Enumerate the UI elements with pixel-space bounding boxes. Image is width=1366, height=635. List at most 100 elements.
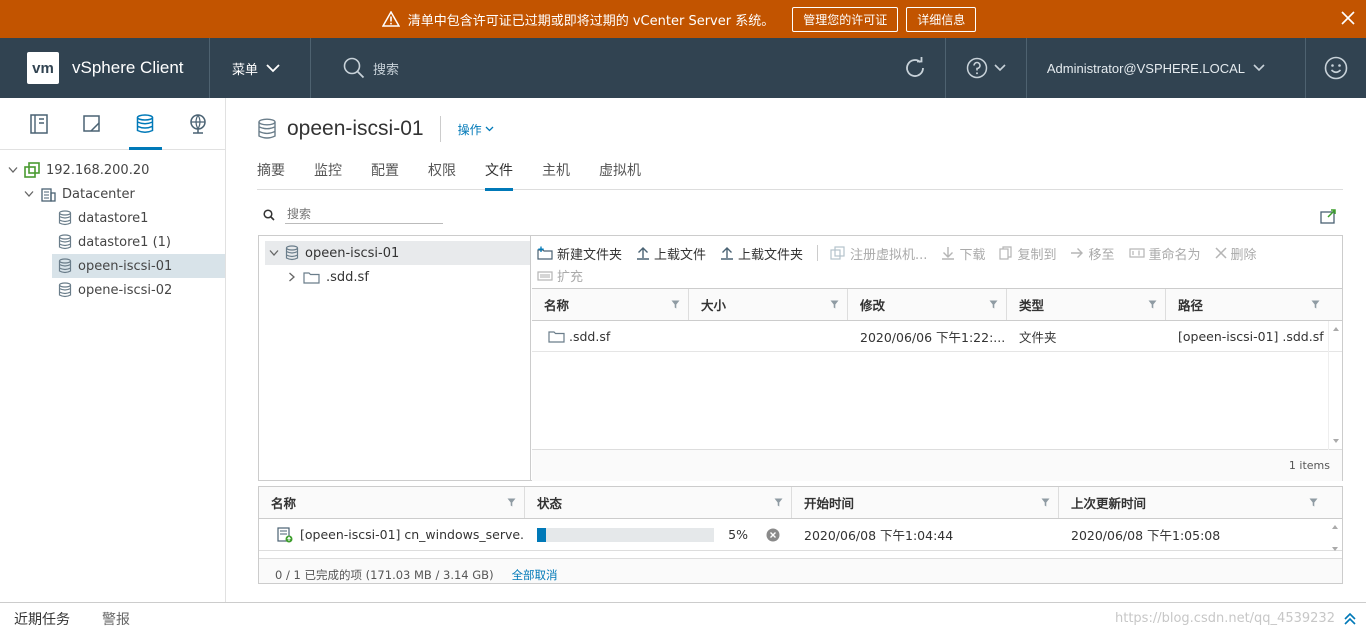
file-search-input[interactable] [285,205,443,224]
tree-label: opene-iscsi-02 [78,282,173,298]
inflate-label: 扩充 [557,269,584,285]
tree-node-vcenter[interactable]: 192.168.200.20 [0,158,225,182]
tab-configure[interactable]: 配置 [371,160,399,190]
tree-label: Datacenter [62,186,135,202]
cancel-task-icon[interactable] [766,528,780,542]
tree-node-datastore[interactable]: opene-iscsi-02 [0,278,225,302]
table-row[interactable]: .sdd.sf 2020/06/06 下午1:22:... 文件夹 [opeen… [532,321,1342,352]
license-banner: 清单中包含许可证已过期或即将过期的 vCenter Server 系统。 管理您… [0,0,1366,38]
delete-button[interactable]: 删除 [1214,244,1257,263]
tab-storage[interactable] [119,98,172,150]
tree-node-datacenter[interactable]: Datacenter [0,182,225,206]
column-header-modified[interactable]: 修改 [848,289,1007,320]
move-to-label: 移至 [1088,247,1115,263]
datastore-icon [257,118,277,140]
folder-label: .sdd.sf [326,269,369,285]
datacenter-icon [40,186,56,202]
copy-to-button[interactable]: 复制到 [999,244,1056,263]
vm-logo: vm [27,52,59,84]
menu-button[interactable]: 菜单 [210,38,312,98]
refresh-button[interactable] [885,38,945,98]
close-icon[interactable] [1340,10,1356,26]
filter-icon[interactable] [774,498,783,507]
tree-node-datastore[interactable]: datastore1 [0,206,225,230]
upload-folder-button[interactable]: 上载文件夹 [720,244,803,263]
task-row[interactable]: [opeen-iscsi-01] cn_windows_serve... 5% … [259,519,1342,551]
column-header-type[interactable]: 类型 [1007,289,1166,320]
tab-vms[interactable]: 虚拟机 [599,160,641,190]
user-menu[interactable]: Administrator@VSPHERE.LOCAL [1025,38,1305,98]
tree-label: datastore1 [78,210,149,226]
tab-vms-templates[interactable] [65,98,118,149]
column-header-size[interactable]: 大小 [689,289,848,320]
tree-node-datastore[interactable]: datastore1 (1) [0,230,225,254]
column-header-name[interactable]: 名称 [532,289,689,320]
recent-tasks-tab[interactable]: 近期任务 [14,609,70,629]
inflate-button[interactable]: 扩充 [537,266,583,285]
chevron-down-icon[interactable] [6,166,20,174]
folder-node-root[interactable]: opeen-iscsi-01 [265,241,530,265]
cancel-all-link[interactable]: 全部取消 [512,567,558,583]
navigator-sidebar: 192.168.200.20 Datacenter datastore1 dat… [0,98,226,602]
actions-menu[interactable]: 操作 [458,121,494,138]
global-search[interactable]: 搜索 [311,57,399,79]
chevron-right-icon[interactable] [285,272,299,282]
user-name: Administrator@VSPHERE.LOCAL [1046,60,1245,76]
chevron-down-icon[interactable] [267,249,281,257]
folder-node[interactable]: .sdd.sf [259,265,530,289]
export-icon[interactable] [1320,209,1337,224]
alarms-tab[interactable]: 警报 [102,609,130,629]
rename-button[interactable]: 重命名为 [1128,244,1201,263]
datastore-icon [58,282,72,298]
datastore-icon [285,245,299,261]
filter-icon[interactable] [1311,300,1320,309]
filter-icon[interactable] [1309,498,1318,507]
chevron-down-icon[interactable] [22,190,36,198]
tab-permissions[interactable]: 权限 [428,160,456,190]
upload-file-button[interactable]: 上载文件 [636,244,706,263]
filter-icon[interactable] [1148,300,1157,309]
column-header-status[interactable]: 状态 [525,487,792,518]
divider [439,116,441,142]
datastore-icon [58,258,72,274]
upload-file-label: 上载文件 [654,247,707,263]
tab-monitor[interactable]: 监控 [314,160,342,190]
column-header-start-time[interactable]: 开始时间 [792,487,1059,518]
filter-icon[interactable] [671,300,680,309]
chevron-double-up-icon[interactable] [1344,612,1356,626]
column-header-last-updated[interactable]: 上次更新时间 [1059,487,1342,518]
datastore-icon [58,234,72,250]
column-header-task-name[interactable]: 名称 [259,487,525,518]
filter-icon[interactable] [507,498,516,507]
column-header-path[interactable]: 路径 [1166,289,1340,320]
vcenter-icon [24,162,40,178]
filter-icon[interactable] [830,300,839,309]
details-button[interactable]: 详细信息 [906,6,977,32]
filter-icon[interactable] [989,300,998,309]
scrollbar[interactable] [1328,321,1342,450]
manage-license-button[interactable]: 管理您的许可证 [792,6,899,32]
file-name: .sdd.sf [569,328,611,344]
upload-icon [720,246,734,260]
scrollbar[interactable] [1328,519,1342,557]
tab-hosts-clusters[interactable] [12,98,65,149]
feedback-button[interactable] [1305,38,1366,98]
register-vm-button[interactable]: 注册虚拟机... [830,244,927,263]
app-logo[interactable]: vm vSphere Client [0,38,210,98]
item-count: 1 items [1288,458,1330,472]
file-browser: opeen-iscsi-01 .sdd.sf 新建文件夹 上载文件 上载文件夹 … [258,235,1343,481]
filter-icon[interactable] [1041,498,1050,507]
download-button[interactable]: 下载 [941,244,985,263]
help-menu[interactable] [944,38,1026,98]
tree-node-datastore-selected[interactable]: opeen-iscsi-01 [52,254,225,278]
watermark: https://blog.csdn.net/qq_4539232 [1115,611,1335,626]
new-folder-button[interactable]: 新建文件夹 [537,244,622,263]
move-to-button[interactable]: 移至 [1070,244,1115,263]
tab-files[interactable]: 文件 [485,160,513,191]
register-vm-label: 注册虚拟机... [850,247,928,263]
tab-hosts[interactable]: 主机 [542,160,570,190]
tab-summary[interactable]: 摘要 [257,160,285,190]
copy-to-label: 复制到 [1017,247,1057,263]
tab-networking[interactable] [172,98,225,149]
file-type: 文件夹 [1019,329,1057,345]
